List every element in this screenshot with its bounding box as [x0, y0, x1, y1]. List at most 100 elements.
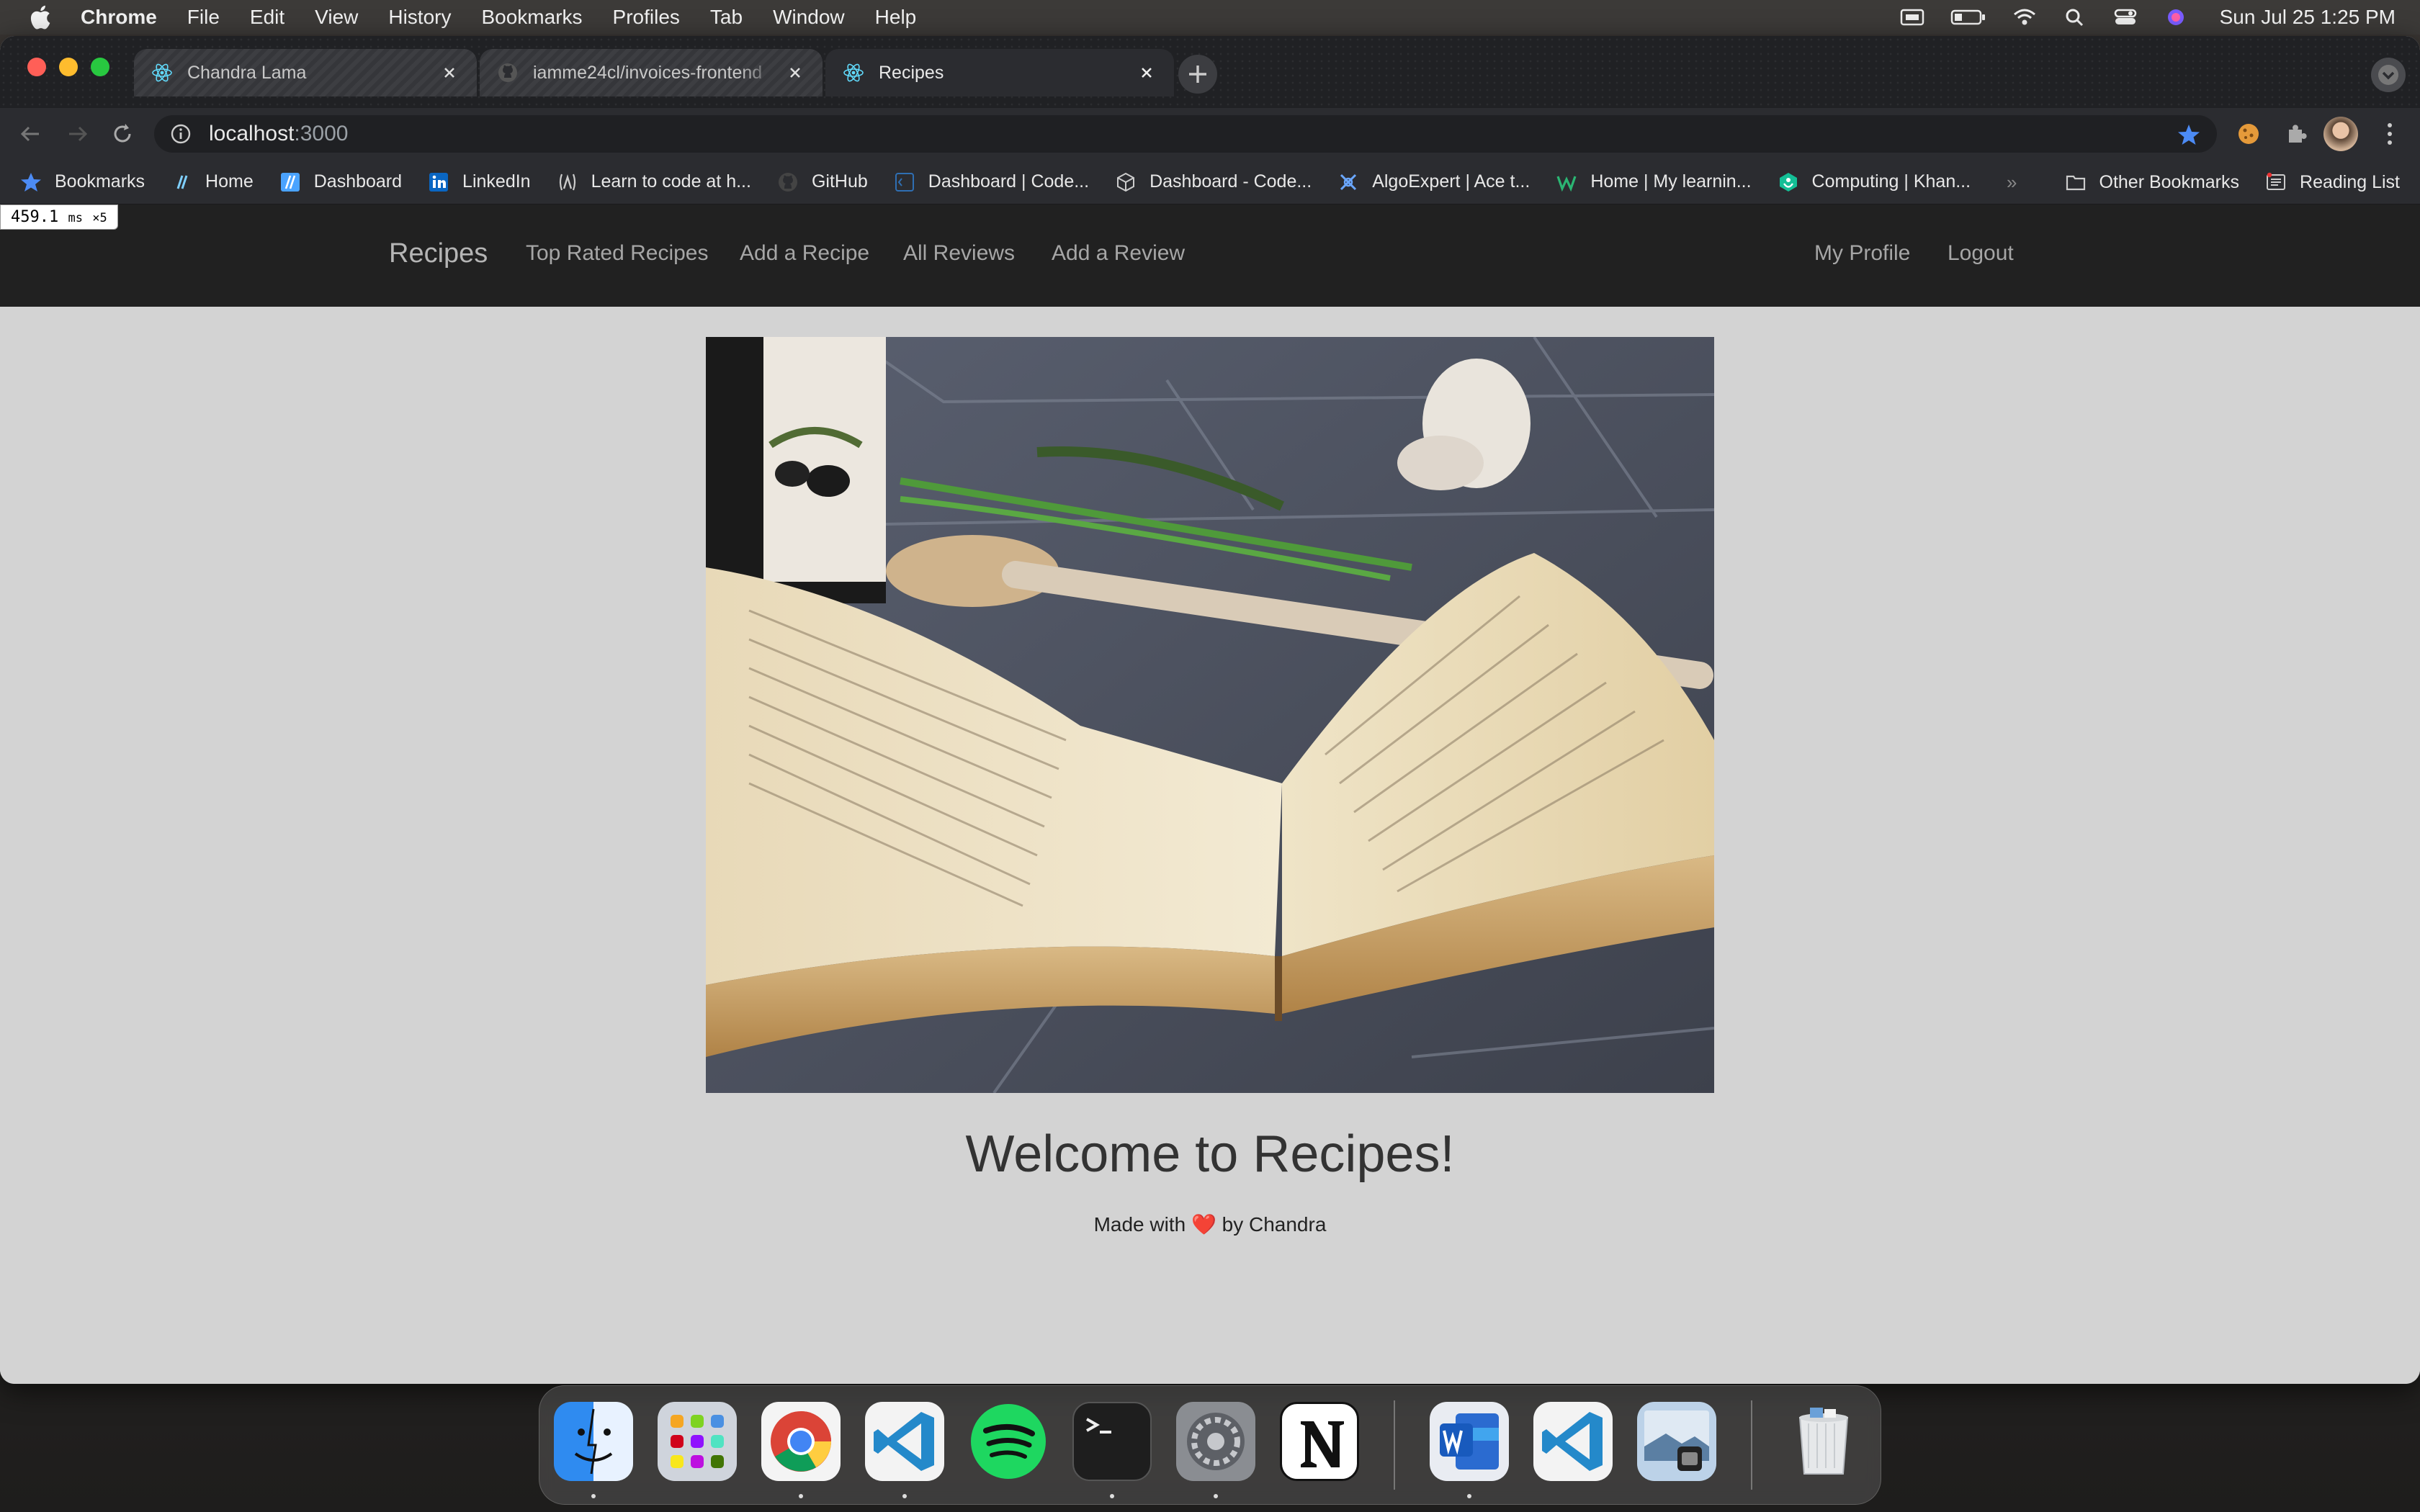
menu-tab[interactable]: Tab [710, 6, 743, 29]
close-icon[interactable] [1137, 63, 1157, 83]
bookmark-khan-computing[interactable]: Computing | Khan... [1778, 171, 1971, 193]
site-info-icon[interactable] [170, 123, 192, 145]
bookmark-home[interactable]: Home [171, 171, 254, 193]
close-icon[interactable] [785, 63, 805, 83]
menu-window[interactable]: Window [773, 6, 845, 29]
tab-invoices-frontend[interactable]: iamme24cl/invoices-frontend [480, 49, 823, 96]
close-icon[interactable] [439, 63, 460, 83]
bookmark-bookmarks[interactable]: Bookmarks [20, 171, 145, 193]
url-host: localhost [209, 122, 295, 145]
nav-my-profile[interactable]: My Profile [1814, 240, 1910, 266]
fullscreen-window-button[interactable] [91, 58, 109, 76]
chrome-icon[interactable] [761, 1402, 841, 1481]
forward-arrow-icon[interactable] [65, 121, 91, 147]
reading-list-icon [2267, 172, 2286, 190]
tab-chandra-lama[interactable]: Chandra Lama [134, 49, 477, 96]
menu-file[interactable]: File [187, 6, 220, 29]
bookmark-dashboard[interactable]: Dashboard [279, 171, 402, 193]
bookmark-github[interactable]: GitHub [777, 171, 868, 193]
footer-credit: Made with ❤️ by Chandra [0, 1212, 2420, 1236]
other-bookmarks[interactable]: Other Bookmarks [2065, 171, 2240, 193]
bookmark-my-learning[interactable]: Home | My learnin... [1556, 171, 1752, 193]
folder-icon [2066, 175, 2085, 191]
dock-separator [1751, 1400, 1752, 1490]
wifi-icon[interactable] [2012, 7, 2037, 27]
trash-icon[interactable] [1784, 1402, 1863, 1481]
bookmark-linkedin[interactable]: LinkedIn [428, 171, 531, 193]
macos-dock [539, 1385, 1881, 1505]
siri-icon[interactable] [2164, 7, 2188, 27]
slash-icon [176, 175, 188, 189]
bookmark-label: Dashboard [313, 171, 403, 192]
bookmark-dashboard-code-1[interactable]: Dashboard | Code... [894, 171, 1089, 193]
chrome-window: Chandra Lama iamme24cl/invoices-frontend… [0, 36, 2420, 1384]
bookmarks-overflow-chevron[interactable]: » [2007, 171, 2017, 194]
apple-icon[interactable] [27, 4, 52, 31]
bookmark-algoexpert[interactable]: AlgoExpert | Ace t... [1337, 171, 1530, 193]
running-indicator [591, 1494, 596, 1498]
address-bar[interactable]: localhost:3000 [154, 115, 2217, 153]
running-indicator [1467, 1494, 1471, 1498]
nav-top-rated-recipes[interactable]: Top Rated Recipes [526, 240, 708, 266]
finder-icon[interactable] [554, 1402, 633, 1481]
extensions-puzzle-icon[interactable] [2283, 121, 2309, 147]
nav-add-a-review[interactable]: Add a Review [1052, 240, 1185, 266]
bookmarks-right: » Other Bookmarks Reading List [2007, 160, 2400, 204]
terminal-icon[interactable] [1072, 1402, 1152, 1481]
notion-icon[interactable] [1280, 1402, 1359, 1481]
bookmark-learn-to-code[interactable]: Learn to code at h... [557, 171, 751, 193]
spotify-icon[interactable] [969, 1402, 1048, 1481]
screen-capture-icon[interactable] [1900, 7, 1924, 27]
reading-list[interactable]: Reading List [2265, 171, 2400, 193]
tab-recipes[interactable]: Recipes [825, 49, 1174, 96]
vscode-icon[interactable] [1533, 1402, 1613, 1481]
menu-edit[interactable]: Edit [250, 6, 284, 29]
cookie-extension-icon[interactable] [2236, 121, 2262, 147]
navbar-brand[interactable]: Recipes [389, 239, 488, 268]
menu-history[interactable]: History [388, 6, 451, 29]
menu-help[interactable]: Help [875, 6, 917, 29]
running-indicator [799, 1494, 803, 1498]
system-preferences-icon[interactable] [1176, 1402, 1255, 1481]
vscode-icon[interactable] [865, 1402, 944, 1481]
tab-search-button[interactable] [2371, 58, 2406, 92]
running-indicator [902, 1494, 907, 1498]
more-menu-icon[interactable] [2377, 120, 2403, 148]
nav-all-reviews[interactable]: All Reviews [903, 240, 1015, 266]
word-icon[interactable] [1430, 1402, 1509, 1481]
control-center-icon[interactable] [2113, 7, 2138, 27]
bookmark-label: Computing | Khan... [1811, 171, 1971, 192]
menubar-clock[interactable]: Sun Jul 25 1:25 PM [2220, 6, 2396, 29]
made-with-text: Made with [1093, 1213, 1186, 1236]
bookmark-label: Dashboard | Code... [928, 171, 1090, 192]
preview-icon[interactable] [1637, 1402, 1716, 1481]
star-icon [21, 172, 41, 192]
w-icon [1556, 175, 1577, 192]
window-controls [27, 58, 109, 76]
menu-profiles[interactable]: Profiles [613, 6, 680, 29]
minimize-window-button[interactable] [59, 58, 78, 76]
battery-icon[interactable] [1950, 7, 1986, 27]
nav-add-a-recipe[interactable]: Add a Recipe [740, 240, 869, 266]
new-tab-button[interactable] [1178, 55, 1217, 94]
other-bookmarks-label: Other Bookmarks [2099, 171, 2240, 192]
profile-avatar[interactable] [2323, 117, 2358, 151]
github-icon [778, 172, 797, 192]
code-icon [895, 172, 914, 192]
menu-bookmarks[interactable]: Bookmarks [481, 6, 582, 29]
bookmarks-bar: Bookmarks Home Dashboard LinkedIn Learn … [0, 160, 2420, 204]
bookmark-star-icon[interactable] [2177, 122, 2201, 147]
slash-square-icon [280, 172, 300, 192]
launchpad-icon[interactable] [658, 1402, 737, 1481]
bookmark-label: Home | My learnin... [1590, 171, 1752, 192]
spotlight-search-icon[interactable] [2063, 7, 2087, 27]
tab-strip: Chandra Lama iamme24cl/invoices-frontend… [0, 36, 2420, 108]
menu-view[interactable]: View [315, 6, 358, 29]
nav-logout[interactable]: Logout [1948, 240, 2014, 266]
bookmark-label: Dashboard - Code... [1150, 171, 1312, 192]
back-arrow-icon[interactable] [17, 121, 43, 147]
menu-app-name[interactable]: Chrome [81, 6, 157, 29]
bookmark-dashboard-code-2[interactable]: Dashboard - Code... [1115, 171, 1312, 193]
reload-icon[interactable] [109, 121, 135, 147]
close-window-button[interactable] [27, 58, 46, 76]
